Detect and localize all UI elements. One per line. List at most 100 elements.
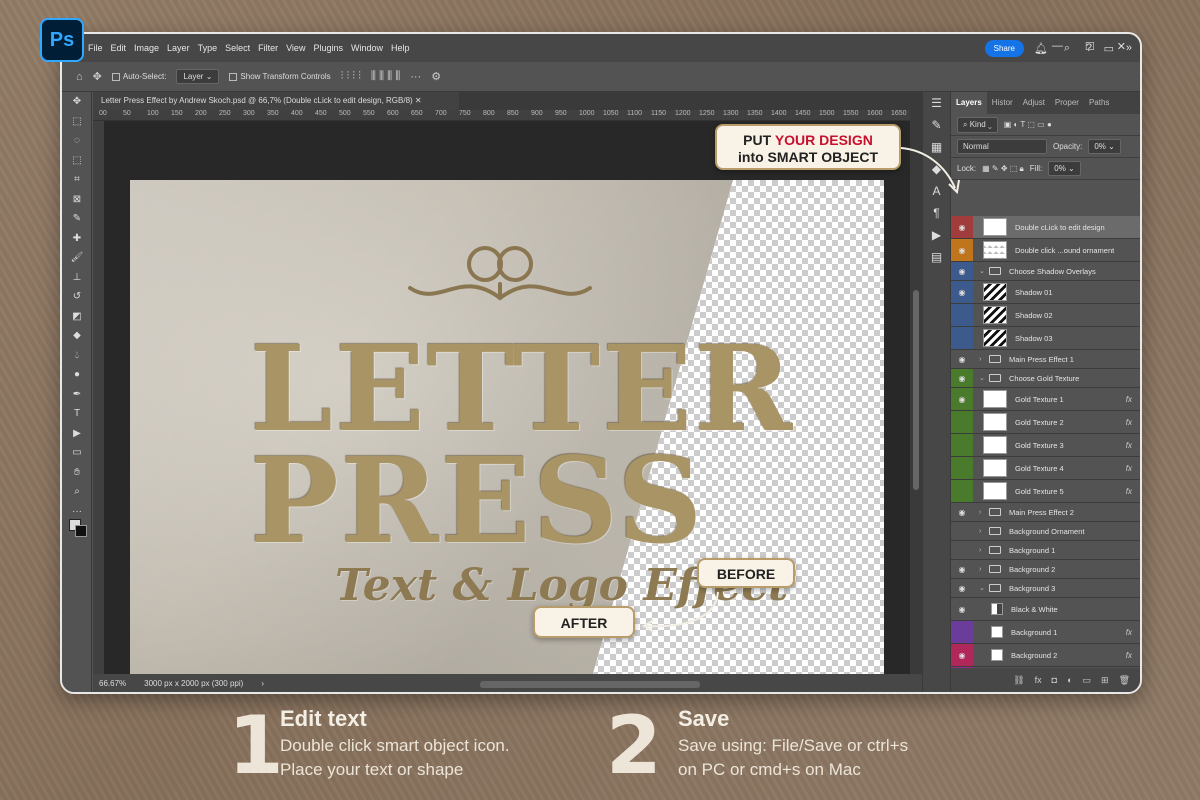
layer-row[interactable]: ◉ Black & White — [951, 598, 1140, 621]
layer-fx-icon[interactable]: fx — [1126, 418, 1132, 427]
adjustment-layer-icon[interactable]: ◐ — [1067, 675, 1072, 685]
tab-paths[interactable]: Paths — [1084, 92, 1114, 114]
layer-thumbnail[interactable] — [983, 329, 1007, 347]
tab-layers[interactable]: Layers — [951, 92, 987, 114]
layer-row[interactable]: ◉ Gold Texture 1 fx — [951, 388, 1140, 411]
menu-filter[interactable]: Filter — [258, 43, 278, 53]
paragraph-icon[interactable]: ¶ — [923, 202, 950, 224]
layer-thumbnail[interactable] — [983, 413, 1007, 431]
menu-window[interactable]: Window — [351, 43, 383, 53]
layer-thumbnail[interactable] — [983, 218, 1007, 236]
layer-thumbnail[interactable] — [991, 626, 1003, 638]
blend-mode-dropdown[interactable]: Normal — [957, 139, 1047, 154]
scrollbar-thumb[interactable] — [913, 290, 919, 490]
visibility-eye-icon[interactable]: ◉ — [951, 565, 973, 574]
layer-row[interactable]: ◉ Double click ...ound ornament — [951, 239, 1140, 262]
auto-select-checkbox[interactable] — [111, 72, 120, 81]
layer-row[interactable]: ◉ Background 2 fx — [951, 644, 1140, 667]
visibility-eye-icon[interactable]: ◉ — [951, 246, 973, 255]
layer-fx-icon[interactable]: fx — [1126, 487, 1132, 496]
chevron-down-icon[interactable]: ⌄ — [979, 584, 989, 592]
visibility-eye-icon[interactable]: ◉ — [951, 374, 973, 383]
menu-plugins[interactable]: Plugins — [313, 43, 343, 53]
adjustment-layer-icon[interactable] — [991, 603, 1003, 615]
chevron-right-icon[interactable]: › — [979, 528, 989, 535]
layer-row[interactable]: Gold Texture 3 fx — [951, 434, 1140, 457]
close-button[interactable]: ✕ — [1117, 40, 1126, 53]
layer-row[interactable]: ◉ ⌄ Choose Shadow Overlays — [951, 262, 1140, 281]
eyedropper-icon[interactable]: ✎ — [62, 209, 92, 229]
align-icons[interactable]: ⫶ ⫶ ⫶ ⫶ — [341, 70, 361, 83]
close-tab-icon[interactable]: ✕ — [415, 96, 422, 105]
home-icon[interactable]: ⌂ — [76, 71, 83, 83]
chevron-right-icon[interactable]: › — [979, 509, 989, 516]
marquee-tool-icon[interactable]: ⬚ — [62, 112, 92, 132]
minimize-button[interactable]: — — [1052, 40, 1063, 53]
layer-thumbnail[interactable] — [983, 241, 1007, 259]
link-layers-icon[interactable]: ⛓ — [1013, 675, 1024, 686]
layer-thumbnail[interactable] — [983, 390, 1007, 408]
opacity-input[interactable]: 0% ⌄ — [1088, 139, 1121, 154]
search-icon[interactable]: ⌕ — [1064, 42, 1070, 55]
layer-fx-icon[interactable]: fx — [1126, 395, 1132, 404]
layer-row[interactable]: Gold Texture 4 fx — [951, 457, 1140, 480]
layer-row[interactable]: ◉ Shadow 01 — [951, 281, 1140, 304]
layer-row[interactable]: ◉ › Main Press Effect 1 — [951, 350, 1140, 369]
visibility-eye-icon[interactable]: ◉ — [951, 651, 973, 660]
eraser-tool-icon[interactable]: ◩ — [62, 307, 92, 327]
menu-select[interactable]: Select — [225, 43, 250, 53]
tab-adjustments[interactable]: Adjust — [1018, 92, 1050, 114]
fill-input[interactable]: 0% ⌄ — [1048, 161, 1081, 176]
gear-icon[interactable]: ⚙ — [431, 70, 441, 83]
menu-view[interactable]: View — [286, 43, 305, 53]
help-icon[interactable]: ? — [1086, 42, 1092, 54]
tab-properties[interactable]: Proper — [1050, 92, 1084, 114]
new-group-icon[interactable]: ▭ — [1083, 675, 1092, 686]
visibility-eye-icon[interactable]: ◉ — [951, 355, 973, 364]
layer-row[interactable]: ◉ ⌄ Background 3 — [951, 579, 1140, 598]
brush-tool-icon[interactable]: 🖌︎ — [62, 248, 92, 268]
layer-thumbnail[interactable] — [983, 482, 1007, 500]
visibility-eye-icon[interactable]: ◉ — [951, 584, 973, 593]
distribute-icons[interactable]: ⫼ ⫼ ⫼ ⫼ — [371, 70, 400, 83]
status-chevron-icon[interactable]: › — [261, 679, 264, 688]
layer-row[interactable]: ◉ Double cLick to edit design — [951, 216, 1140, 239]
trash-icon[interactable]: 🗑︎ — [1119, 675, 1130, 686]
chevron-right-icon[interactable]: › — [979, 566, 989, 573]
filter-icons[interactable]: ▣ ◐ T ⬚ ▭ ● — [1004, 120, 1052, 129]
lock-icons[interactable]: ▦ ✎ ✥ ⬚ 🔒︎ — [982, 164, 1024, 174]
zoom-tool-icon[interactable]: ⌕ — [62, 482, 92, 502]
layer-thumbnail[interactable] — [983, 283, 1007, 301]
new-layer-icon[interactable]: ⊞ — [1101, 675, 1109, 686]
blur-tool-icon[interactable]: 💧︎ — [62, 346, 92, 366]
workspace-icon[interactable]: ▭ — [1104, 42, 1114, 55]
panel-toggle-icon[interactable]: » — [1126, 42, 1132, 54]
frame-tool-icon[interactable]: ⊠ — [62, 190, 92, 210]
layer-thumbnail[interactable] — [991, 649, 1003, 661]
layer-fx-icon[interactable]: fx — [1126, 464, 1132, 473]
actions-icon[interactable]: ▶ — [923, 224, 950, 246]
layer-row[interactable]: Background 1 fx — [951, 621, 1140, 644]
menu-file[interactable]: File — [88, 43, 103, 53]
zoom-level[interactable]: 66.67% — [99, 679, 126, 688]
layer-row[interactable]: ◉ ⌄ Choose Gold Texture — [951, 369, 1140, 388]
visibility-eye-icon[interactable]: ◉ — [951, 508, 973, 517]
crop-tool-icon[interactable]: ⌗ — [62, 170, 92, 190]
stamp-tool-icon[interactable]: ⊥ — [62, 268, 92, 288]
background-color-swatch[interactable] — [75, 525, 87, 537]
layer-row[interactable]: Gold Texture 5 fx — [951, 480, 1140, 503]
visibility-eye-icon[interactable]: ◉ — [951, 395, 973, 404]
document-tab[interactable]: Letter Press Effect by Andrew Skoch.psd … — [93, 92, 459, 110]
layer-row[interactable]: ◉ › Main Press Effect 2 — [951, 503, 1140, 522]
layer-row[interactable]: Shadow 03 — [951, 327, 1140, 350]
share-button[interactable]: Share — [984, 40, 1024, 57]
hand-tool-icon[interactable]: ✋︎ — [62, 463, 92, 483]
show-transform-checkbox[interactable] — [229, 72, 238, 81]
dodge-tool-icon[interactable]: ● — [62, 365, 92, 385]
history-brush-icon[interactable]: ↺ — [62, 287, 92, 307]
layer-fx-icon[interactable]: fx — [1126, 628, 1132, 637]
layer-row[interactable]: › Background 1 — [951, 541, 1140, 560]
rectangle-tool-icon[interactable]: ▭ — [62, 443, 92, 463]
chevron-down-icon[interactable]: ⌄ — [979, 267, 989, 275]
menu-edit[interactable]: Edit — [111, 43, 127, 53]
